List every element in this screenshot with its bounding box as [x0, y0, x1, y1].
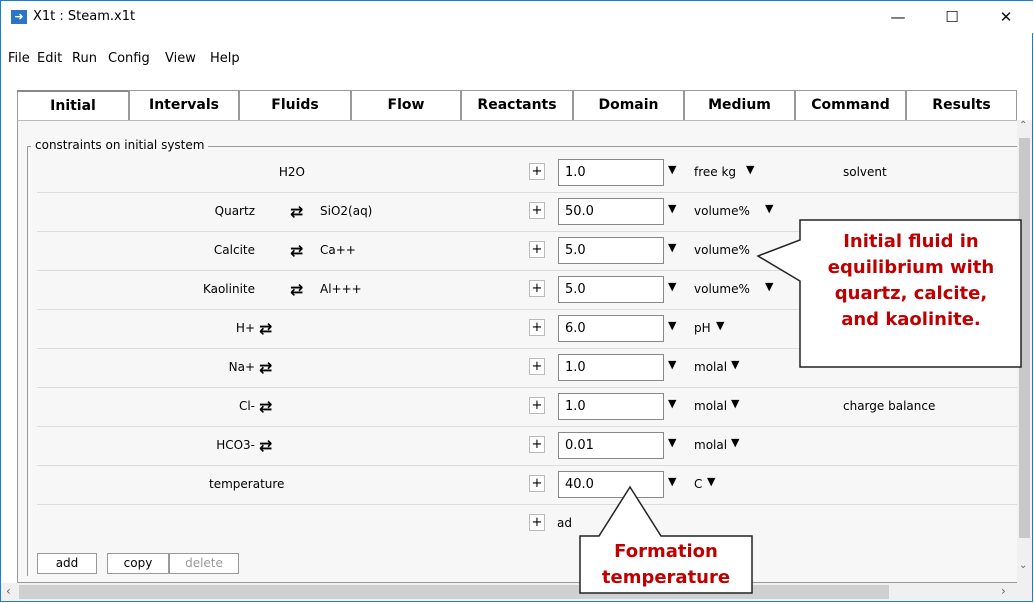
callout-line: equilibrium with: [827, 257, 995, 278]
callout-line: Initial fluid in: [843, 231, 979, 252]
callout-initial-fluid: Initial fluid in equilibrium with quartz…: [806, 229, 1016, 333]
callout-line: and kaolinite.: [841, 309, 981, 330]
callout-line: quartz, calcite,: [834, 283, 988, 304]
callout-line: Formation: [614, 541, 718, 562]
callout-formation-temperature: Formation temperature: [582, 539, 750, 591]
callout-line: temperature: [601, 567, 731, 588]
